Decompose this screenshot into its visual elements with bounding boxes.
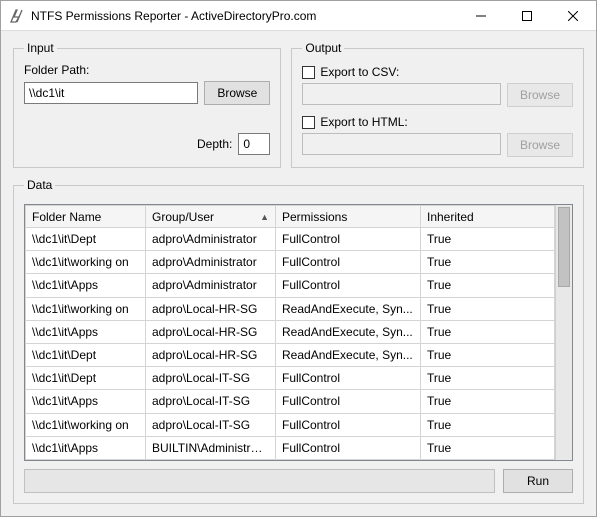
cell-perm: FullControl [276,228,421,251]
col-group-user[interactable]: Group/User▲ [146,206,276,228]
output-legend: Output [302,41,344,55]
app-icon [9,8,25,24]
app-window: NTFS Permissions Reporter - ActiveDirect… [0,0,597,517]
data-grid-container: Folder Name Group/User▲ Permissions Inhe… [24,204,573,461]
table-row[interactable]: \\dc1\it\working onadpro\Local-IT-SGFull… [26,413,555,436]
cell-inh: True [421,367,555,390]
table-row[interactable]: \\dc1\it\Deptadpro\Local-IT-SGFullContro… [26,367,555,390]
cell-folder: \\dc1\it\Apps [26,390,146,413]
cell-perm: ReadAndExecute, Syn... [276,320,421,343]
cell-folder: \\dc1\it\Dept [26,343,146,366]
cell-perm: ReadAndExecute, Syn... [276,343,421,366]
cell-folder: \\dc1\it\Apps [26,320,146,343]
output-group: Output Export to CSV: Browse Export to H… [291,41,584,168]
browse-button[interactable]: Browse [204,81,270,105]
cell-perm: FullControl [276,390,421,413]
status-bar [24,469,495,493]
export-html-checkbox[interactable] [302,116,315,129]
window-title: NTFS Permissions Reporter - ActiveDirect… [31,9,458,23]
cell-group: adpro\Administrator [146,274,276,297]
folder-path-label: Folder Path: [24,63,270,77]
html-browse-button: Browse [507,133,573,157]
cell-inh: True [421,320,555,343]
cell-folder: \\dc1\it\Apps [26,436,146,459]
export-csv-checkbox[interactable] [302,66,315,79]
export-csv-label: Export to CSV: [320,65,399,79]
table-row[interactable]: \\dc1\it\Appsadpro\Local-IT-SGFullContro… [26,390,555,413]
input-group: Input Folder Path: Browse Depth: [13,41,281,168]
cell-folder: \\dc1\it\Dept [26,367,146,390]
sort-asc-icon: ▲ [260,212,269,222]
export-html-label: Export to HTML: [320,115,407,129]
cell-perm: FullControl [276,436,421,459]
data-grid[interactable]: Folder Name Group/User▲ Permissions Inhe… [25,205,555,460]
table-row[interactable]: \\dc1\it\Deptadpro\Local-HR-SGReadAndExe… [26,343,555,366]
table-row[interactable]: \\dc1\it\Appsadpro\AdministratorFullCont… [26,274,555,297]
cell-perm: ReadAndExecute, Syn... [276,297,421,320]
cell-group: adpro\Administrator [146,251,276,274]
depth-input[interactable] [238,133,270,155]
maximize-button[interactable] [504,1,550,31]
cell-inh: True [421,343,555,366]
csv-path-input [302,83,501,105]
cell-folder: \\dc1\it\working on [26,297,146,320]
cell-group: adpro\Local-HR-SG [146,343,276,366]
col-permissions[interactable]: Permissions [276,206,421,228]
cell-group: BUILTIN\Administrators [146,436,276,459]
content-area: Input Folder Path: Browse Depth: Output … [1,31,596,516]
cell-perm: FullControl [276,367,421,390]
table-row[interactable]: \\dc1\it\working onadpro\AdministratorFu… [26,251,555,274]
cell-inh: True [421,251,555,274]
cell-folder: \\dc1\it\Apps [26,274,146,297]
col-inherited[interactable]: Inherited [421,206,555,228]
table-row[interactable]: \\dc1\it\working onadpro\Local-HR-SGRead… [26,297,555,320]
cell-folder: \\dc1\it\working on [26,413,146,436]
data-legend: Data [24,178,55,192]
table-row[interactable]: \\dc1\it\Deptadpro\AdministratorFullCont… [26,228,555,251]
cell-folder: \\dc1\it\working on [26,251,146,274]
cell-group: adpro\Local-HR-SG [146,320,276,343]
cell-inh: True [421,413,555,436]
cell-group: adpro\Local-IT-SG [146,367,276,390]
minimize-button[interactable] [458,1,504,31]
cell-group: adpro\Local-IT-SG [146,413,276,436]
depth-label: Depth: [197,137,232,151]
cell-inh: True [421,274,555,297]
table-row[interactable]: \\dc1\it\Appsadpro\Local-HR-SGReadAndExe… [26,320,555,343]
cell-perm: FullControl [276,413,421,436]
cell-folder: \\dc1\it\Dept [26,228,146,251]
data-group: Data Folder Name Group/User▲ Permissions… [13,178,584,504]
cell-group: adpro\Local-HR-SG [146,297,276,320]
close-button[interactable] [550,1,596,31]
folder-path-input[interactable] [24,82,198,104]
scrollbar-thumb[interactable] [558,207,570,287]
cell-inh: True [421,228,555,251]
html-path-input [302,133,501,155]
cell-inh: True [421,390,555,413]
cell-perm: FullControl [276,251,421,274]
cell-inh: True [421,436,555,459]
table-row[interactable]: \\dc1\it\AppsBUILTIN\AdministratorsFullC… [26,436,555,459]
csv-browse-button: Browse [507,83,573,107]
col-folder[interactable]: Folder Name [26,206,146,228]
vertical-scrollbar[interactable] [555,205,572,460]
run-button[interactable]: Run [503,469,573,493]
cell-group: adpro\Local-IT-SG [146,390,276,413]
input-legend: Input [24,41,57,55]
titlebar[interactable]: NTFS Permissions Reporter - ActiveDirect… [1,1,596,31]
cell-perm: FullControl [276,274,421,297]
window-controls [458,1,596,31]
cell-inh: True [421,297,555,320]
cell-group: adpro\Administrator [146,228,276,251]
